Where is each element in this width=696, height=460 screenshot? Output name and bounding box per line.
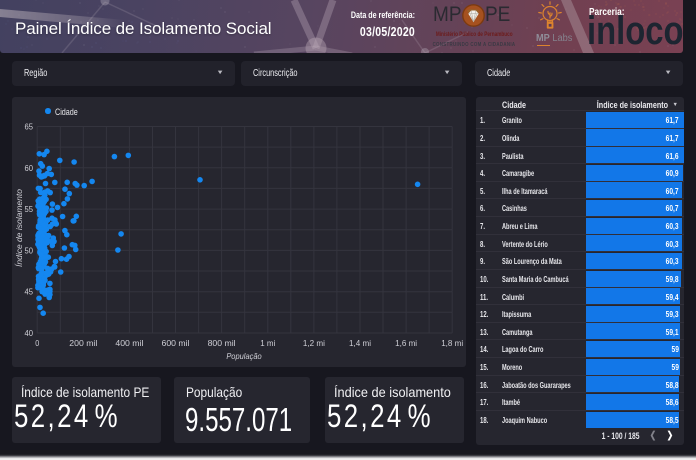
svg-text:1 mi: 1 mi bbox=[260, 338, 275, 348]
svg-text:65: 65 bbox=[25, 122, 34, 132]
svg-text:55: 55 bbox=[25, 204, 34, 214]
svg-text:1,4 mi: 1,4 mi bbox=[349, 338, 371, 348]
svg-text:1,2 mi: 1,2 mi bbox=[303, 338, 325, 348]
svg-text:45: 45 bbox=[25, 287, 34, 297]
svg-text:0: 0 bbox=[35, 338, 39, 348]
svg-text:800 mil: 800 mil bbox=[208, 338, 236, 348]
svg-text:600 mil: 600 mil bbox=[162, 338, 190, 348]
svg-text:1,6 mi: 1,6 mi bbox=[395, 338, 417, 348]
svg-text:200 mil: 200 mil bbox=[69, 338, 97, 348]
svg-text:60: 60 bbox=[25, 163, 34, 173]
svg-text:400 mil: 400 mil bbox=[115, 338, 143, 348]
svg-text:50: 50 bbox=[25, 245, 34, 255]
svg-text:1,8 mi: 1,8 mi bbox=[441, 338, 463, 348]
svg-text:40: 40 bbox=[25, 328, 34, 338]
